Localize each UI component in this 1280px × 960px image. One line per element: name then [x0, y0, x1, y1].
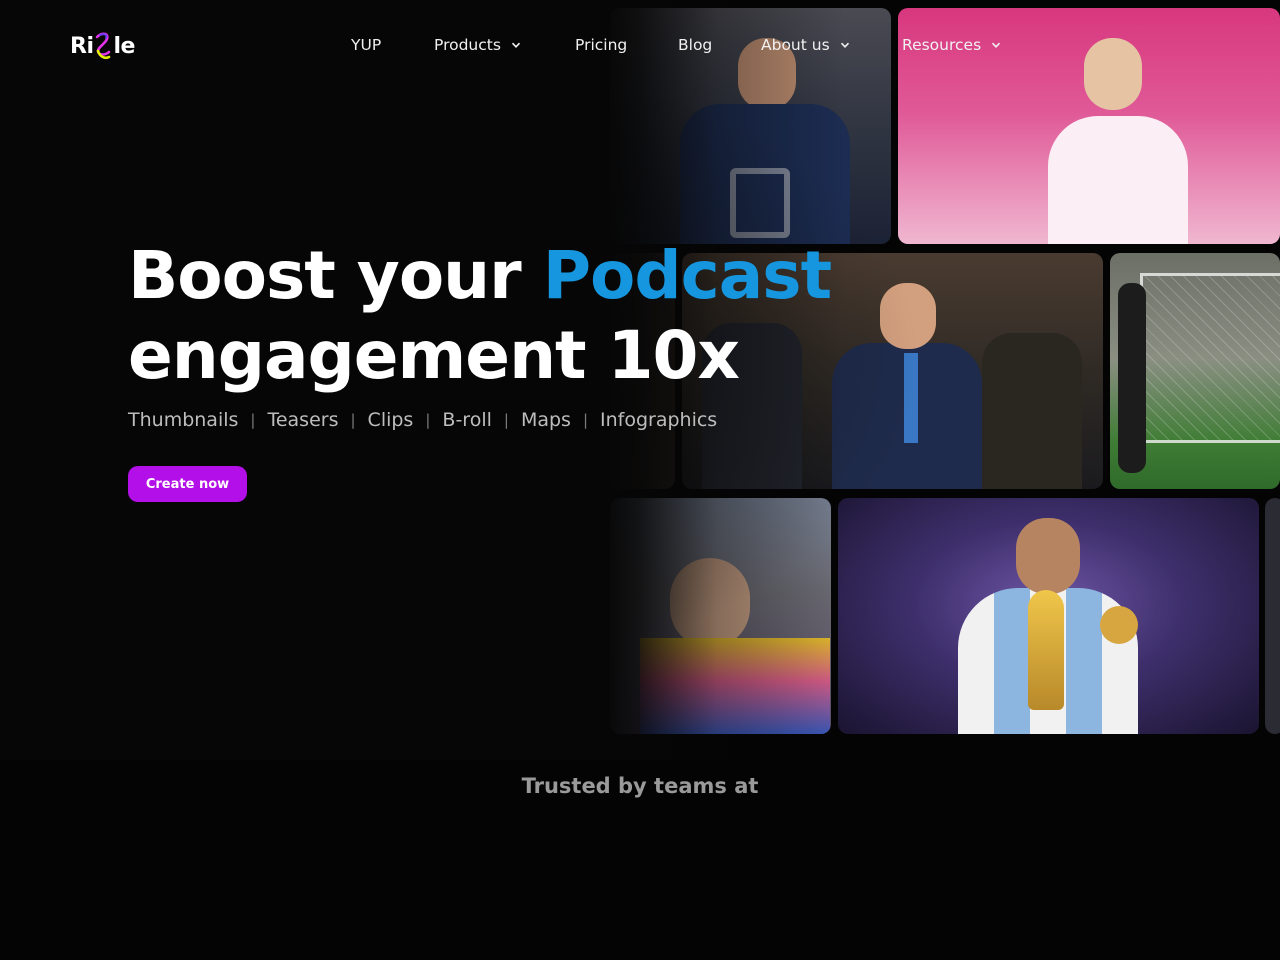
- feature-separator: |: [250, 411, 256, 429]
- nav-label: YUP: [351, 36, 382, 54]
- feature-separator: |: [503, 411, 509, 429]
- rizzle-logo[interactable]: Ri le: [70, 28, 135, 64]
- tile-trophy-player: [838, 498, 1259, 734]
- main-nav: YUP Products Pricing Blog About us Resou…: [351, 34, 1001, 56]
- create-now-button[interactable]: Create now: [128, 466, 247, 502]
- nav-label: Pricing: [575, 36, 628, 54]
- child-head: [670, 558, 750, 648]
- tile-pride-crowd: [610, 498, 831, 734]
- nav-item-blog[interactable]: Blog: [678, 34, 761, 56]
- nav-label: About us: [761, 36, 830, 54]
- feature-infographics: Infographics: [600, 409, 718, 431]
- hero-title-part1: Boost your: [128, 237, 543, 314]
- feature-separator: |: [350, 411, 356, 429]
- feature-thumbnails: Thumbnails: [128, 409, 239, 431]
- man-tie: [904, 353, 918, 443]
- player-head-2: [1016, 518, 1080, 594]
- nav-label: Resources: [902, 36, 982, 54]
- feature-list: Thumbnails | Teasers | Clips | B-roll | …: [128, 409, 717, 431]
- nav-item-pricing[interactable]: Pricing: [575, 34, 678, 56]
- feature-maps: Maps: [520, 409, 571, 431]
- side-man: [982, 333, 1082, 489]
- chevron-down-icon: [511, 42, 521, 48]
- logo-squiggle-icon: [96, 32, 111, 60]
- feature-separator: |: [425, 411, 431, 429]
- trophy: [1028, 590, 1064, 710]
- man-head: [880, 283, 936, 349]
- goal-net: [1140, 273, 1280, 443]
- feature-separator: |: [582, 411, 588, 429]
- site-header: Ri le YUP Products Pricing Blog About us…: [0, 0, 1280, 90]
- nav-item-about-us[interactable]: About us: [761, 34, 902, 56]
- feature-clips: Clips: [367, 409, 414, 431]
- trusted-by-heading: Trusted by teams at: [521, 774, 759, 798]
- tile-soccer-goal: [1110, 253, 1280, 489]
- gold-ball: [1100, 606, 1138, 644]
- logo-text-left: Ri: [70, 33, 94, 59]
- tile-edge-right: [1265, 498, 1280, 734]
- hero-title-line2: engagement 10x: [128, 317, 740, 394]
- logo-text-right: le: [113, 33, 135, 59]
- feature-teasers: Teasers: [267, 409, 339, 431]
- referee: [1118, 283, 1146, 473]
- chevron-down-icon: [992, 42, 1001, 48]
- hero-title-accent: Podcast: [542, 237, 832, 314]
- white-dress: [1048, 116, 1188, 244]
- nav-item-resources[interactable]: Resources: [902, 34, 1001, 56]
- nav-label: Products: [434, 36, 501, 54]
- nav-item-yup[interactable]: YUP: [351, 34, 434, 56]
- pride-flag: [640, 638, 830, 734]
- jersey-number: [730, 168, 790, 238]
- feature-b-roll: B-roll: [442, 409, 492, 431]
- hero-title: Boost your Podcast engagement 10x: [128, 236, 832, 396]
- chevron-down-icon: [840, 42, 849, 48]
- nav-item-products[interactable]: Products: [434, 34, 575, 56]
- nav-label: Blog: [678, 36, 713, 54]
